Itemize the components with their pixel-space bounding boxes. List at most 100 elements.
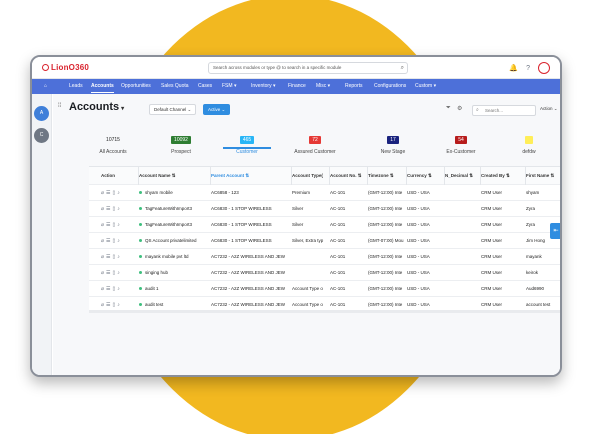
account-name-link[interactable]: mayank mobile pvt ltd — [139, 249, 211, 265]
column-header[interactable]: Created By ⇅ — [481, 167, 526, 185]
account-name-link[interactable]: TagFeatureWithImport3 — [139, 201, 211, 217]
table-cell: (GMT-12:00) Inte — [368, 265, 407, 281]
account-name-link[interactable]: audit test — [139, 297, 211, 310]
table-row[interactable]: ⌀☰▯♪ audit 1 AC7232 - A2Z WIRELESS AND JEW… — [89, 281, 560, 297]
account-name-link[interactable]: TagFeatureWithImport3 — [139, 217, 211, 233]
column-header[interactable]: Account No. ⇅ — [330, 167, 368, 185]
global-search-input[interactable]: Search across modules or type @ to searc… — [208, 62, 408, 74]
table-cell: USD - USA — [407, 185, 445, 201]
bell-icon[interactable]: ♪ — [117, 302, 122, 308]
account-name-link[interactable]: shyam mobile — [139, 185, 211, 201]
table-cell: mayank — [526, 249, 560, 265]
bell-icon[interactable]: ♪ — [117, 222, 122, 228]
nav-item-cases[interactable]: Cases — [198, 79, 212, 94]
table-row[interactable]: ⌀☰▯♪ TagFeatureWithImport3 AC6830 - 1 STOP… — [89, 201, 560, 217]
search-icon: ⌕ — [476, 107, 479, 113]
table-row[interactable]: ⌀☰▯♪ mayank mobile pvt ltd AC7232 - A2Z WI… — [89, 249, 560, 265]
nav-item-inventory[interactable]: Inventory ▾ — [251, 79, 275, 94]
table-cell: Zyra — [526, 201, 560, 217]
bell-icon[interactable]: ♪ — [117, 270, 122, 276]
app-logo[interactable]: LionO360 — [42, 63, 89, 72]
column-header[interactable]: N_Decimal ⇅ — [445, 167, 481, 185]
table-row[interactable]: ⌀☰▯♪ QS Account privatelimited AC6830 - 1 … — [89, 233, 560, 249]
nav-item-misc[interactable]: Misc ▾ — [316, 79, 330, 94]
cell-text: (GMT-07:00) Mou — [368, 238, 404, 243]
row-action-icons[interactable]: ⌀☰▯♪ — [101, 249, 122, 265]
cell-text: AC6830 - 1 STOP WIRELESS — [211, 238, 272, 243]
account-name-link[interactable]: singing hub — [139, 265, 211, 281]
notification-bell-icon[interactable]: 🔔 — [509, 64, 518, 72]
nav-item-configurations[interactable]: Configurations — [374, 79, 406, 94]
stage-assured-customer[interactable]: 72 Assured Customer — [285, 128, 345, 155]
table-row[interactable]: ⌀☰▯♪ TagFeatureWithImport3 AC6830 - 1 STOP… — [89, 217, 560, 233]
column-header[interactable]: Action — [101, 167, 139, 185]
home-icon[interactable]: ⌂ — [44, 79, 47, 94]
stage-all-accounts[interactable]: 10715 All Accounts — [83, 128, 143, 155]
column-header[interactable]: Parent Account ⇅ — [211, 167, 292, 185]
bell-icon[interactable]: ♪ — [117, 190, 122, 196]
stage-ex-customer[interactable]: 54 Ex-Customer — [431, 128, 491, 155]
settings-icon[interactable]: ⚙ — [457, 105, 462, 112]
row-action-icons[interactable]: ⌀☰▯♪ — [101, 281, 122, 297]
filter-icon[interactable]: ⏷ — [446, 105, 451, 112]
column-header[interactable]: First Name ⇅ — [526, 167, 560, 185]
nav-item-opportunities[interactable]: Opportunities — [121, 79, 151, 94]
column-header[interactable]: Timezone ⇅ — [368, 167, 407, 185]
horizontal-scrollbar[interactable] — [89, 310, 560, 313]
column-header[interactable]: Account Type( — [292, 167, 330, 185]
grid-menu-icon[interactable]: ⁞⁞ — [58, 103, 61, 109]
bell-icon[interactable]: ♪ — [117, 206, 122, 212]
sidebar-bubble-a[interactable]: A — [34, 106, 49, 121]
row-action-icons[interactable]: ⌀☰▯♪ — [101, 217, 122, 233]
help-icon[interactable]: ? — [526, 65, 530, 72]
user-avatar[interactable] — [538, 62, 550, 74]
top-bar: LionO360 Search across modules or type @… — [32, 57, 560, 79]
stage-defdw[interactable]: 2 defdw — [499, 128, 559, 155]
column-header[interactable]: Currency ⇅ — [407, 167, 445, 185]
cell-text: Zyra — [526, 206, 535, 211]
sidebar-bubble-c[interactable]: C — [34, 128, 49, 143]
table-cell: CRM User — [481, 249, 526, 265]
channel-select[interactable]: Default Channel ⌄ — [149, 104, 197, 115]
account-name-link[interactable]: audit 1 — [139, 281, 211, 297]
nav-item-fsm[interactable]: FSM ▾ — [222, 79, 236, 94]
stage-prospect[interactable]: 10092 Prospect — [151, 128, 211, 155]
nav-item-custom[interactable]: Custom ▾ — [415, 79, 436, 94]
row-action-icons[interactable]: ⌀☰▯♪ — [101, 297, 122, 310]
bell-icon[interactable]: ♪ — [117, 286, 122, 292]
row-action-icons[interactable]: ⌀☰▯♪ — [101, 201, 122, 217]
nav-item-accounts[interactable]: Accounts — [91, 79, 114, 94]
cell-text: CRM User — [481, 190, 502, 195]
nav-item-leads[interactable]: Leads — [69, 79, 83, 94]
nav-item-sales-quota[interactable]: Sales Quota — [161, 79, 189, 94]
collapse-panel-tab[interactable]: ⇤ — [550, 223, 560, 239]
column-header[interactable]: Account Name ⇅ — [139, 167, 211, 185]
table-cell: (GMT-12:00) Inte — [368, 249, 407, 265]
table-cell: AC7232 - A2Z WIRELESS AND JEW — [211, 249, 292, 265]
table-row[interactable]: ⌀☰▯♪ singing hub AC7232 - A2Z WIRELESS AND… — [89, 265, 560, 281]
status-filter-button[interactable]: Active ⌄ — [203, 104, 231, 115]
cell-text: CRM User — [481, 238, 502, 243]
row-action-icons[interactable]: ⌀☰▯♪ — [101, 233, 122, 249]
stage-new-stage[interactable]: 17 New Stage — [363, 128, 423, 155]
cell-text: CRM User — [481, 286, 502, 291]
row-action-icons[interactable]: ⌀☰▯♪ — [101, 185, 122, 201]
nav-item-reports[interactable]: Reports — [345, 79, 363, 94]
list-search-input[interactable]: ⌕ Search... — [472, 105, 536, 116]
row-action-icons[interactable]: ⌀☰▯♪ — [101, 265, 122, 281]
bell-icon[interactable]: ♪ — [117, 238, 122, 244]
cell-text: TagFeatureWithImport3 — [145, 222, 193, 227]
action-dropdown[interactable]: Action ⌄ — [540, 104, 558, 115]
table-cell: AC7232 - A2Z WIRELESS AND JEW — [211, 265, 292, 281]
stage-count-badge: 10092 — [171, 136, 191, 144]
table-cell: USD - USA — [407, 297, 445, 310]
account-name-link[interactable]: QS Account privatelimited — [139, 233, 211, 249]
table-row[interactable]: ⌀☰▯♪ audit test AC7232 - A2Z WIRELESS AND … — [89, 297, 560, 310]
table-row[interactable]: ⌀☰▯♪ shyam mobile AC6858 - 123 Premium AC-10… — [89, 185, 560, 201]
stage-customer[interactable]: 465 Customer — [217, 128, 277, 155]
cell-text: Silver — [292, 222, 304, 227]
nav-item-finance[interactable]: Finance — [288, 79, 306, 94]
bell-icon[interactable]: ♪ — [117, 254, 122, 260]
page-title[interactable]: Accounts ▾ — [69, 101, 124, 113]
table-cell: AC-101 — [330, 249, 368, 265]
